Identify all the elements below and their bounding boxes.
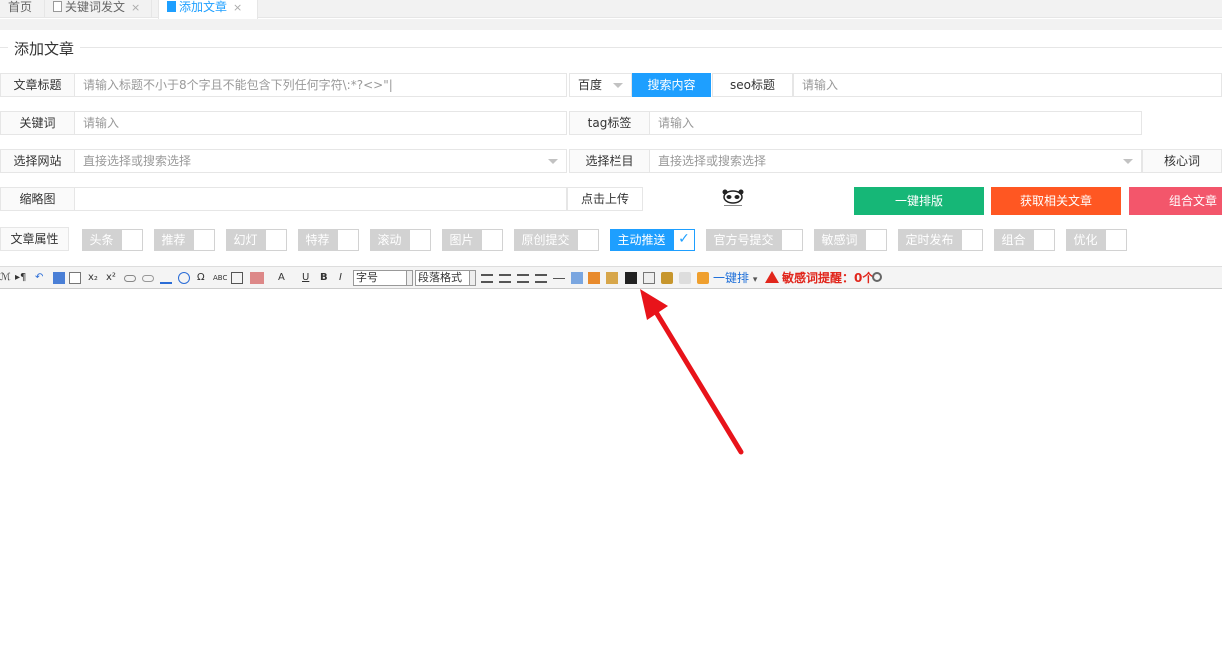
arrow-shaft — [653, 309, 744, 455]
arrow-head — [640, 289, 668, 320]
annotation-arrow — [640, 289, 744, 455]
